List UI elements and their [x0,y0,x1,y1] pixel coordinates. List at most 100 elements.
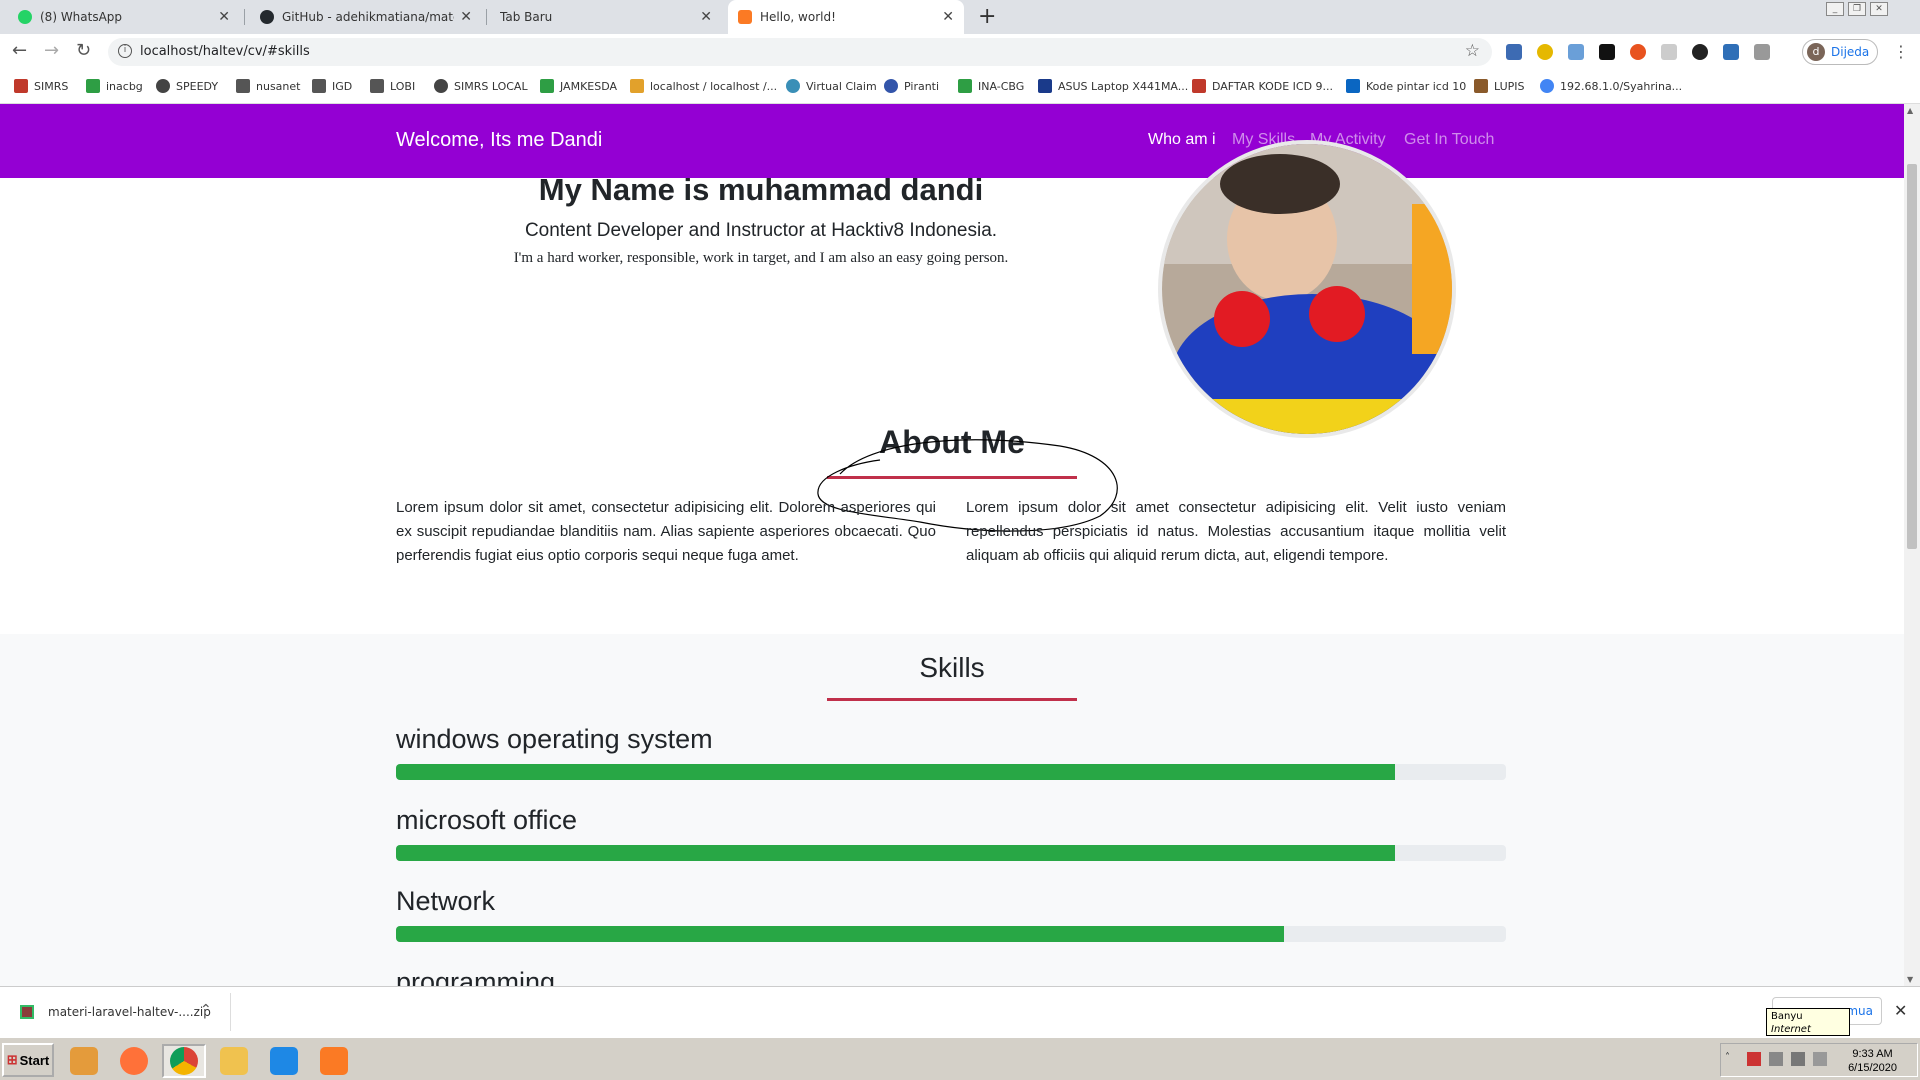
bookmark-virtual-claim[interactable]: Virtual Claim [786,79,877,93]
download-item[interactable]: materi-laravel-haltev-....zip [48,1005,211,1019]
bookmark-inacbg[interactable]: inacbg [86,79,143,93]
whatsapp-icon [18,10,32,24]
minimize-button[interactable]: _ [1826,2,1844,16]
scrollbar-thumb[interactable] [1907,164,1917,549]
extension-icon[interactable] [1568,44,1584,60]
xampp-icon [738,10,752,24]
chevron-up-icon[interactable]: ˄ [1725,1052,1739,1066]
tab-new[interactable]: Tab Baru ✕ [490,0,722,34]
divider [230,993,231,1031]
about-column-left: Lorem ipsum dolor sit amet, consectetur … [396,499,936,564]
bookmarks-bar: SIMRS inacbg SPEEDY nusanet IGD LOBI SIM… [0,70,1920,104]
site-brand[interactable]: Welcome, Its me Dandi [396,129,602,152]
close-icon[interactable]: ✕ [700,9,712,25]
bookmark-simrs-local[interactable]: SIMRS LOCAL [434,79,528,93]
reload-icon[interactable]: ↻ [76,40,91,61]
bookmark-asus[interactable]: ASUS Laptop X441MA... [1038,79,1188,93]
extension-icon[interactable] [1599,44,1615,60]
new-tab-button[interactable]: + [978,4,996,29]
network-icon[interactable] [1769,1052,1783,1066]
extension-icon[interactable] [1506,44,1522,60]
bookmark-syahrina[interactable]: 192.68.1.0/Syahrina... [1540,79,1682,93]
profile-name: Dijeda [1831,45,1870,59]
bookmark-speedy[interactable]: SPEEDY [156,79,218,93]
tab-hello-world[interactable]: Hello, world! ✕ [728,0,964,34]
extension-icon[interactable] [1537,44,1553,60]
close-icon[interactable]: ✕ [218,9,230,25]
battery-icon[interactable] [1813,1052,1827,1066]
tab-github[interactable]: GitHub - adehikmatiana/materi-larav ✕ [250,0,482,34]
bookmark-ina-cbg[interactable]: INA-CBG [958,79,1024,93]
bookmark-icd9[interactable]: DAFTAR KODE ICD 9... [1192,79,1333,93]
start-button[interactable]: ⊞ Start [2,1043,54,1077]
site-navbar: Welcome, Its me Dandi Who am i My Skills… [0,104,1904,178]
bookmark-lupis[interactable]: LUPIS [1474,79,1525,93]
skill-progress-bar [396,764,1506,780]
nav-who-am-i[interactable]: Who am i [1148,131,1216,149]
nav-get-in-touch[interactable]: Get In Touch [1404,131,1494,149]
security-icon[interactable] [1747,1052,1761,1066]
bookmark-nusanet[interactable]: nusanet [236,79,300,93]
bookmark-icon [786,79,800,93]
extension-icon[interactable] [1754,44,1770,60]
firefox-icon[interactable] [112,1044,156,1078]
bookmark-simrs[interactable]: SIMRS [14,79,68,93]
close-icon[interactable]: ✕ [942,9,954,25]
bookmark-icon [958,79,972,93]
window-close-button[interactable]: ✕ [1870,2,1888,16]
profile-button[interactable]: d Dijeda [1802,39,1878,65]
tab-title: Hello, world! [760,10,836,24]
clock[interactable]: 9:33 AM 6/15/2020 [1848,1047,1897,1075]
bookmark-lobi[interactable]: LOBI [370,79,415,93]
vscode-icon[interactable] [262,1044,306,1078]
bookmark-icon [434,79,448,93]
media-player-icon[interactable] [62,1044,106,1078]
bookmark-icon [1474,79,1488,93]
scroll-down-icon[interactable]: ▼ [1907,975,1913,984]
extension-icon[interactable] [1630,44,1646,60]
file-explorer-icon[interactable] [212,1044,256,1078]
menu-kebab-icon[interactable]: ⋮ [1893,42,1909,61]
tab-title: Tab Baru [500,10,553,24]
bookmark-icd10[interactable]: Kode pintar icd 10 [1346,79,1466,93]
bookmark-localhost[interactable]: localhost / localhost /... [630,79,777,93]
linkedin-icon [1346,79,1360,93]
about-column-right: Lorem ipsum dolor sit amet consectetur a… [966,499,1506,564]
extension-icon[interactable] [1723,44,1739,60]
hero-description: I'm a hard worker, responsible, work in … [513,250,1009,266]
bookmark-jamkesda[interactable]: JAMKESDA [540,79,617,93]
skills-title: Skills [919,652,985,683]
xampp-icon[interactable] [312,1044,356,1078]
bookmark-icon [312,79,326,93]
maximize-button[interactable]: ❐ [1848,2,1866,16]
bookmark-piranti[interactable]: Piranti [884,79,939,93]
skill-progress-bar [396,926,1506,942]
tab-title: GitHub - adehikmatiana/materi-larav [282,10,454,24]
url-text[interactable]: localhost/haltev/cv/#skills [140,44,310,59]
bookmark-icon [1192,79,1206,93]
extension-icon[interactable] [1692,44,1708,60]
bookmark-igd[interactable]: IGD [312,79,352,93]
chrome-icon[interactable] [162,1044,206,1078]
bookmark-icon [14,79,28,93]
browser-tab-strip: (8) WhatsApp ✕ GitHub - adehikmatiana/ma… [0,0,1920,34]
page-scrollbar[interactable]: ▲ ▼ [1904,104,1920,986]
bookmark-star-icon[interactable]: ☆ [1465,41,1480,61]
address-bar[interactable]: i localhost/haltev/cv/#skills ☆ [108,38,1492,66]
skill-progress-fill [396,926,1284,942]
info-icon[interactable]: i [118,44,132,58]
chevron-up-icon[interactable]: ⌃ [200,1002,212,1018]
bookmark-icon [630,79,644,93]
volume-icon[interactable] [1791,1052,1805,1066]
system-tray: ˄ 9:33 AM 6/15/2020 [1720,1043,1918,1077]
scroll-up-icon[interactable]: ▲ [1907,106,1913,115]
clock-time: 9:33 AM [1852,1048,1893,1060]
tab-whatsapp[interactable]: (8) WhatsApp ✕ [8,0,240,34]
back-arrow-icon[interactable]: ← [12,40,27,61]
hero-subtitle: Content Developer and Instructor at Hack… [524,220,998,241]
close-icon[interactable]: ✕ [460,9,472,25]
extension-icon[interactable] [1661,44,1677,60]
close-icon[interactable]: ✕ [1894,1001,1907,1020]
windows-logo-icon: ⊞ [6,1052,18,1067]
forward-arrow-icon[interactable]: → [44,40,59,61]
